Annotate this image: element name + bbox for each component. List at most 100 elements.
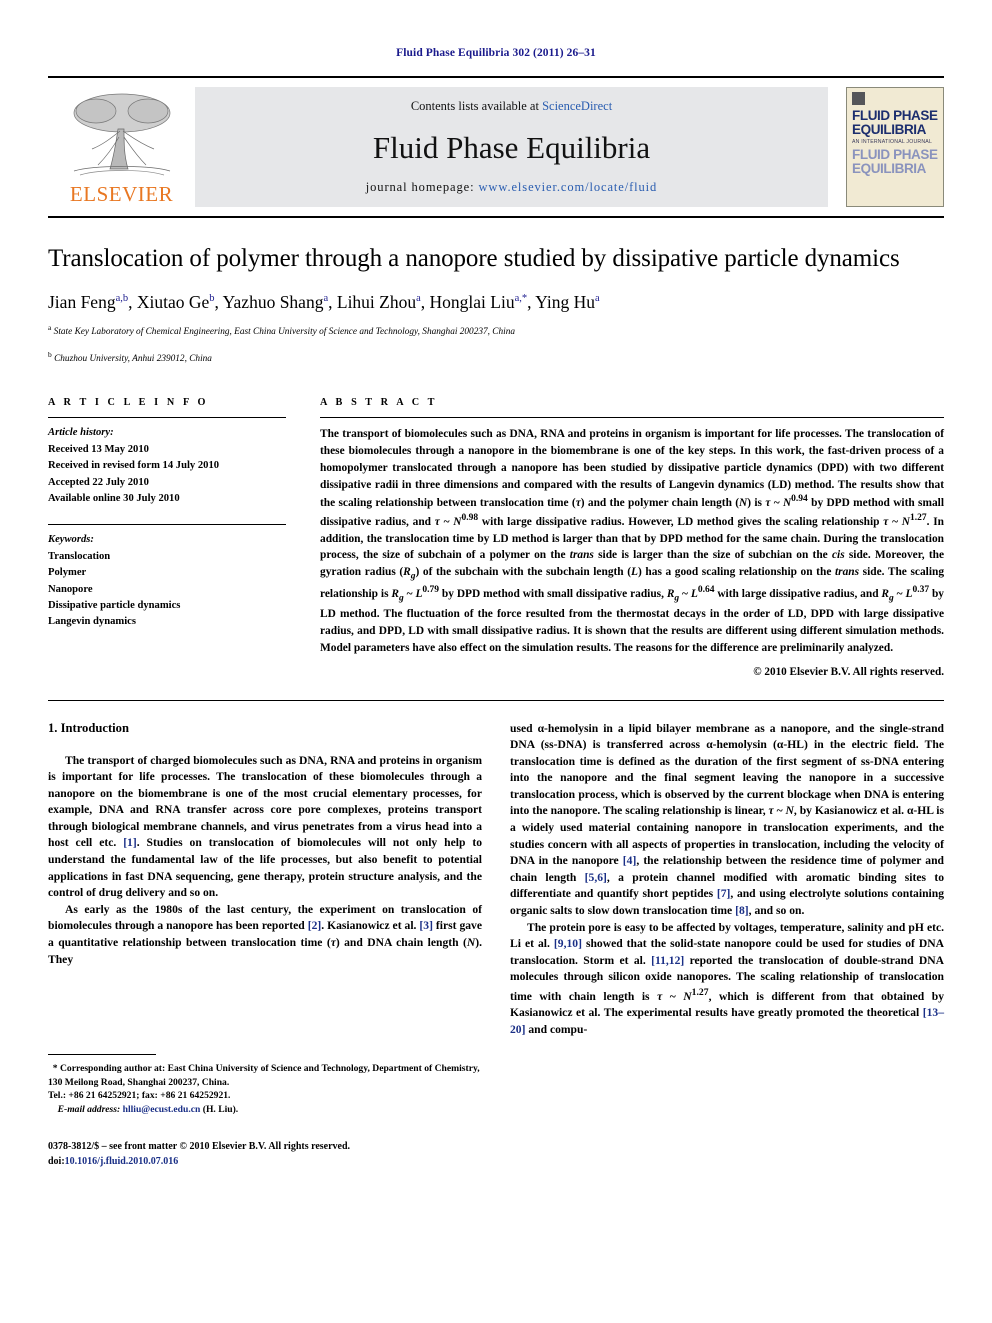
paragraph: The transport of charged biomolecules su… — [48, 753, 482, 900]
abstract-text: The transport of biomolecules such as DN… — [320, 428, 945, 654]
affiliation-line-b: b Chuzhou University, Anhui 239012, Chin… — [48, 349, 944, 367]
page-footer-legal: 0378-3812/$ – see front matter © 2010 El… — [48, 1139, 482, 1169]
cover-corner-mark — [852, 92, 865, 105]
paragraph: The protein pore is easy to be affected … — [510, 920, 945, 1036]
cover-title-line2: EQUILIBRIA — [852, 122, 927, 137]
keywords-rule — [48, 524, 286, 526]
email-owner: (H. Liu). — [202, 1103, 239, 1115]
keyword-item: Translocation — [48, 550, 111, 562]
doi-label: doi: — [48, 1155, 65, 1167]
abstract-copyright: © 2010 Elsevier B.V. All rights reserved… — [753, 665, 944, 678]
exp-rg-dpd-large: 0.64 — [697, 585, 715, 596]
author-affil-marker: a — [323, 292, 329, 304]
email-link[interactable]: hlliu@ecust.edu.cn — [123, 1104, 201, 1115]
sciencedirect-link[interactable]: ScienceDirect — [542, 99, 612, 113]
journal-homepage-link[interactable]: www.elsevier.com/locate/fluid — [478, 180, 657, 194]
issn-front-matter: 0378-3812/$ – see front matter © 2010 El… — [48, 1140, 351, 1152]
citation-1[interactable]: [1] — [123, 836, 137, 849]
keywords-block: Keywords: Translocation Polymer Nanopore… — [48, 524, 286, 630]
citation-2[interactable]: [2] — [308, 919, 322, 932]
elsevier-logo: ELSEVIER — [48, 87, 195, 207]
keyword-item: Langevin dynamics — [48, 616, 137, 628]
corresponding-author-note: * Corresponding author at: East China Un… — [48, 1062, 482, 1116]
article-history-label: Article history: — [48, 427, 114, 439]
author-affil-marker: b — [209, 292, 215, 304]
doi-line: doi:10.1016/j.fluid.2010.07.016 — [48, 1154, 482, 1169]
article-history-list: Received 13 May 2010 Received in revised… — [48, 442, 286, 508]
cover-title-line1: FLUID PHASE — [852, 108, 938, 123]
body-column-left: 1. Introduction The transport of charged… — [48, 721, 482, 1169]
journal-masthead: ELSEVIER Contents lists available at Sci… — [48, 76, 944, 207]
abstract-column: A B S T R A C T The transport of biomole… — [320, 397, 945, 678]
masthead-center-panel: Contents lists available at ScienceDirec… — [195, 87, 828, 207]
citation-3[interactable]: [3] — [419, 919, 433, 932]
cover-subtitle: AN INTERNATIONAL JOURNAL — [852, 139, 933, 145]
citation-5-6[interactable]: [5,6] — [585, 871, 607, 884]
author-affil-marker: a — [595, 292, 600, 304]
exp-rg-dpd-small: 0.79 — [422, 585, 440, 596]
exp-tau-storm: 1.27 — [691, 986, 709, 998]
cover-title-line3: FLUID PHASE — [852, 147, 938, 162]
author-affil-marker: a — [416, 292, 421, 304]
elsevier-wordmark: ELSEVIER — [69, 182, 174, 206]
author-list: Jian Fenga,b, Xiutao Geb, Yazhuo Shanga,… — [48, 291, 600, 312]
journal-cover-thumbnail: FLUID PHASE EQUILIBRIA AN INTERNATIONAL … — [846, 87, 944, 207]
citation-11-12[interactable]: [11,12] — [651, 954, 684, 967]
article-info-heading: A R T I C L E I N F O — [48, 397, 209, 409]
contents-prefix: Contents lists available at — [410, 99, 543, 113]
body-columns: 1. Introduction The transport of charged… — [48, 721, 944, 1169]
footnote-block: * Corresponding author at: East China Un… — [48, 1054, 482, 1168]
journal-homepage-line: journal homepage: www.elsevier.com/locat… — [195, 180, 828, 195]
affiliation-text-b: Chuzhou University, Anhui 239012, China — [54, 354, 212, 365]
masthead-bottom-rule — [48, 216, 944, 218]
keyword-item: Dissipative particle dynamics — [48, 599, 181, 611]
corresponding-author-text: Corresponding author at: East China Univ… — [48, 1063, 480, 1088]
elsevier-tree-icon — [73, 93, 170, 176]
citation-9-10[interactable]: [9,10] — [554, 937, 582, 950]
citation-7[interactable]: [7] — [717, 887, 731, 900]
footnote-asterisk: * — [52, 1063, 58, 1075]
journal-article-page: Fluid Phase Equilibria 302 (2011) 26–31 — [0, 0, 992, 1323]
citation-8[interactable]: [8] — [735, 904, 749, 917]
keywords-list: Translocation Polymer Nanopore Dissipati… — [48, 549, 286, 631]
article-title-block: Translocation of polymer through a nanop… — [48, 244, 944, 367]
cover-title-line4: EQUILIBRIA — [852, 161, 927, 176]
article-info-column: A R T I C L E I N F O Article history: R… — [48, 397, 286, 677]
footnote-rule — [48, 1054, 156, 1056]
doi-link[interactable]: 10.1016/j.fluid.2010.07.016 — [65, 1156, 179, 1167]
keyword-item: Polymer — [48, 567, 87, 579]
author-affil-marker: a,b — [115, 292, 129, 304]
history-item: Available online 30 July 2010 — [48, 492, 180, 504]
body-separator-rule — [48, 699, 944, 701]
running-head: Fluid Phase Equilibria 302 (2011) 26–31 — [396, 47, 596, 59]
affiliation-marker-a: a — [48, 323, 52, 333]
keywords-label: Keywords: — [48, 534, 94, 546]
citation-13-20[interactable]: [13–20] — [510, 1006, 944, 1036]
journal-title: Fluid Phase Equilibria — [372, 129, 651, 165]
abstract-heading: A B S T R A C T — [320, 397, 438, 409]
exp-tau-dpd-large: 0.98 — [461, 512, 479, 523]
keyword-item: Nanopore — [48, 583, 93, 595]
body-column-right: used α-hemolysin in a lipid bilayer memb… — [510, 721, 944, 1169]
email-address-label: E-mail address: — [57, 1103, 121, 1115]
section-heading-introduction: 1. Introduction — [48, 720, 129, 735]
homepage-prefix: journal homepage: — [365, 180, 479, 194]
affiliation-line-a: a State Key Laboratory of Chemical Engin… — [48, 322, 944, 340]
paragraph: used α-hemolysin in a lipid bilayer memb… — [510, 721, 945, 917]
author-affil-marker: a,* — [514, 292, 528, 304]
article-info-rule — [48, 417, 286, 419]
info-abstract-region: A R T I C L E I N F O Article history: R… — [48, 397, 945, 678]
exp-tau-dpd-small: 0.94 — [791, 494, 808, 505]
affiliation-text-a: State Key Laboratory of Chemical Enginee… — [53, 327, 516, 338]
page-title: Translocation of polymer through a nanop… — [48, 245, 900, 272]
affiliation-marker-b: b — [48, 350, 52, 360]
contents-available-line: Contents lists available at ScienceDirec… — [195, 99, 828, 114]
history-item: Received in revised form 14 July 2010 — [48, 460, 220, 472]
history-item: Received 13 May 2010 — [48, 443, 149, 455]
citation-4[interactable]: [4] — [623, 854, 637, 867]
corresponding-author-tel: Tel.: +86 21 64252921; fax: +86 21 64252… — [48, 1090, 231, 1102]
paragraph: As early as the 1980s of the last centur… — [48, 902, 482, 966]
exp-rg-ld: 0.37 — [912, 585, 930, 596]
history-item: Accepted 22 July 2010 — [48, 476, 149, 488]
exp-tau-ld: 1.27 — [910, 512, 927, 523]
